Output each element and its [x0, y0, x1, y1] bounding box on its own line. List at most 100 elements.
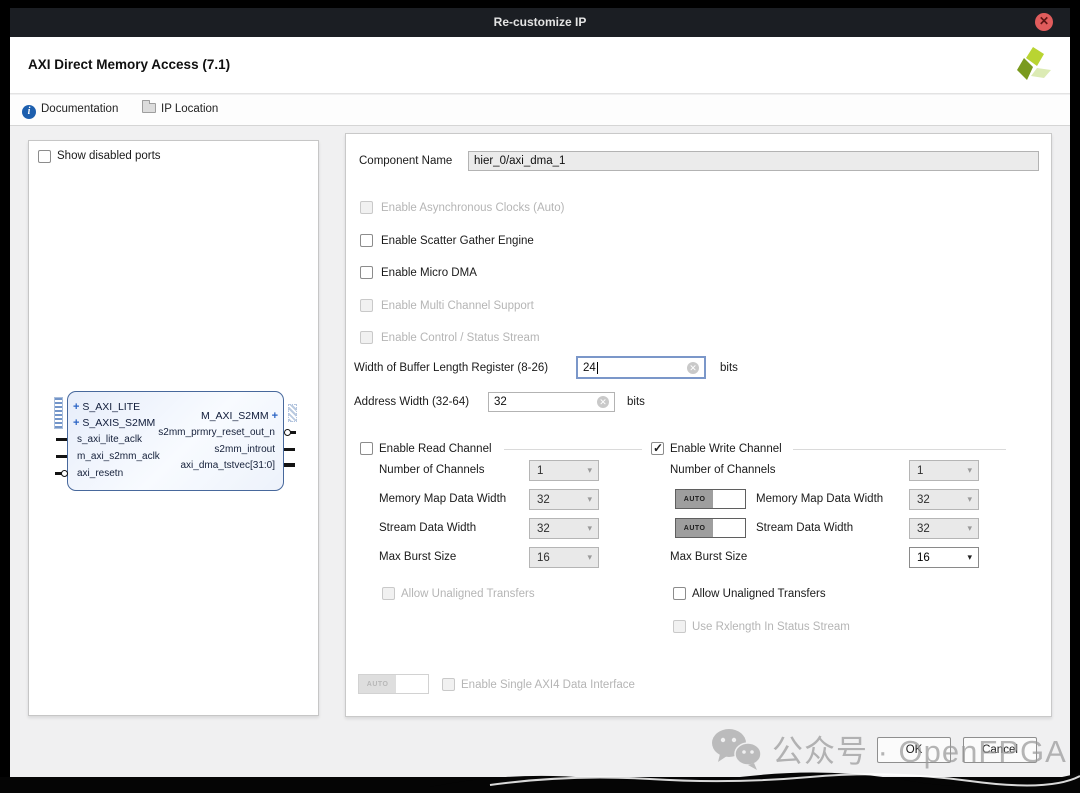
read-mm-data-width-label: Memory Map Data Width [379, 493, 506, 505]
expand-plus-icon[interactable]: + [272, 410, 278, 422]
clear-input-icon[interactable]: ✕ [597, 396, 609, 408]
write-num-channels-select: 1▾ [909, 460, 979, 481]
write-allow-unaligned-label: Allow Unaligned Transfers [692, 588, 826, 600]
expand-plus-icon[interactable]: + [73, 401, 79, 413]
page-title: AXI Direct Memory Access (7.1) [28, 57, 230, 72]
write-stream-data-width-label: Stream Data Width [756, 522, 853, 534]
write-max-burst-size-select[interactable]: 16▾ [909, 547, 979, 568]
read-max-burst-size-select: 16▾ [529, 547, 599, 568]
port-s-axis-s2mm: S_AXIS_S2MM [82, 417, 155, 429]
enable-micro-dma-checkbox[interactable] [360, 266, 373, 279]
close-button[interactable]: ✕ [1035, 13, 1053, 31]
write-max-burst-size-label: Max Burst Size [670, 551, 747, 563]
block-preview-panel: Show disabled ports + S_AXI_LITE + S_AXI… [28, 140, 319, 716]
chevron-down-icon: ▾ [587, 494, 592, 505]
enable-control-status-label: Enable Control / Status Stream [381, 332, 540, 344]
port-m-axi-s2mm: M_AXI_S2MM [201, 410, 269, 422]
port-s2mm-introut: s2mm_introut [214, 444, 275, 455]
write-stream-data-width-select: 32▾ [909, 518, 979, 539]
buffer-length-input[interactable]: 24 ✕ [576, 356, 706, 379]
port-s-axi-lite: S_AXI_LITE [82, 401, 140, 413]
write-mm-data-width-auto-toggle[interactable]: AUTO [675, 489, 746, 509]
write-num-channels-label: Number of Channels [670, 464, 775, 476]
single-axi4-checkbox [442, 678, 455, 691]
port-stub [56, 455, 67, 458]
window-title: Re-customize IP [494, 15, 587, 29]
text-caret [597, 362, 598, 374]
chevron-down-icon: ▾ [967, 465, 972, 476]
show-disabled-ports-checkbox[interactable] [38, 150, 51, 163]
port-axi-dma-tstvec: axi_dma_tstvec[31:0] [181, 460, 276, 471]
enable-scatter-gather-checkbox[interactable] [360, 234, 373, 247]
port-ring [61, 470, 68, 477]
dialog-header: AXI Direct Memory Access (7.1) [10, 37, 1070, 94]
enable-read-channel-checkbox[interactable] [360, 442, 373, 455]
chevron-down-icon: ▾ [587, 465, 592, 476]
cancel-button[interactable]: Cancel [963, 737, 1037, 763]
address-width-unit: bits [627, 396, 645, 408]
group-divider [793, 449, 1006, 450]
buffer-length-unit: bits [720, 362, 738, 374]
enable-scatter-gather-label: Enable Scatter Gather Engine [381, 235, 534, 247]
chevron-down-icon: ▾ [967, 494, 972, 505]
write-stream-data-width-auto-toggle[interactable]: AUTO [675, 518, 746, 538]
enable-write-channel-checkbox[interactable] [651, 442, 664, 455]
configuration-panel: Component Name hier_0/axi_dma_1 Enable A… [345, 133, 1052, 717]
documentation-label: Documentation [41, 103, 118, 115]
enable-micro-dma-label: Enable Micro DMA [381, 267, 477, 279]
enable-multi-channel-label: Enable Multi Channel Support [381, 300, 534, 312]
write-allow-unaligned-checkbox[interactable] [673, 587, 686, 600]
buffer-length-label: Width of Buffer Length Register (8-26) [354, 362, 548, 374]
bus-connector-icon [54, 397, 63, 429]
documentation-button[interactable]: i Documentation [22, 103, 118, 119]
read-allow-unaligned-label: Allow Unaligned Transfers [401, 588, 535, 600]
read-stream-data-width-select: 32▾ [529, 518, 599, 539]
port-stub [284, 463, 295, 467]
port-axi-resetn: axi_resetn [77, 468, 123, 479]
use-rxlength-checkbox [673, 620, 686, 633]
enable-async-clocks-checkbox [360, 201, 373, 214]
address-width-input[interactable]: 32 ✕ [488, 392, 615, 412]
chevron-down-icon: ▾ [587, 523, 592, 534]
read-allow-unaligned-checkbox [382, 587, 395, 600]
ip-location-label: IP Location [161, 103, 218, 115]
close-icon: ✕ [1035, 13, 1053, 30]
chevron-down-icon: ▾ [967, 523, 972, 534]
port-stub [56, 438, 67, 441]
port-stub [290, 431, 296, 434]
component-name-input[interactable]: hier_0/axi_dma_1 [468, 151, 1039, 171]
clear-input-icon[interactable]: ✕ [687, 362, 699, 374]
port-s2mm-prmry-reset-out-n: s2mm_prmry_reset_out_n [158, 427, 275, 438]
chevron-down-icon: ▾ [967, 552, 972, 563]
ip-block-diagram: + S_AXI_LITE + S_AXIS_S2MM s_axi_lite_ac… [67, 391, 284, 491]
use-rxlength-label: Use Rxlength In Status Stream [692, 621, 850, 633]
bus-connector-icon [288, 404, 297, 422]
enable-read-channel-label: Enable Read Channel [379, 443, 492, 455]
read-max-burst-size-label: Max Burst Size [379, 551, 456, 563]
recustomize-ip-dialog: Re-customize IP ✕ AXI Direct Memory Acce… [10, 8, 1070, 777]
info-icon: i [22, 105, 36, 119]
port-m-axi-s2mm-aclk: m_axi_s2mm_aclk [77, 451, 160, 462]
show-disabled-ports-label: Show disabled ports [57, 150, 161, 162]
read-num-channels-select: 1▾ [529, 460, 599, 481]
ip-location-button[interactable]: IP Location [142, 103, 218, 115]
port-stub [284, 448, 295, 451]
read-mm-data-width-select: 32▾ [529, 489, 599, 510]
xilinx-logo [1012, 45, 1054, 87]
read-num-channels-label: Number of Channels [379, 464, 484, 476]
enable-write-channel-label: Enable Write Channel [670, 443, 782, 455]
titlebar: Re-customize IP ✕ [10, 8, 1070, 37]
ok-button[interactable]: OK [877, 737, 951, 763]
read-stream-data-width-label: Stream Data Width [379, 522, 476, 534]
enable-multi-channel-checkbox [360, 299, 373, 312]
enable-async-clocks-label: Enable Asynchronous Clocks (Auto) [381, 202, 564, 214]
bottom-wave [430, 763, 1080, 793]
enable-control-status-checkbox [360, 331, 373, 344]
group-divider [504, 449, 642, 450]
expand-plus-icon[interactable]: + [73, 417, 79, 429]
chevron-down-icon: ▾ [587, 552, 592, 563]
single-axi4-label: Enable Single AXI4 Data Interface [461, 679, 635, 691]
write-mm-data-width-select: 32▾ [909, 489, 979, 510]
single-axi4-auto-toggle: AUTO [358, 674, 429, 694]
toolbar: i Documentation IP Location [10, 95, 1070, 126]
